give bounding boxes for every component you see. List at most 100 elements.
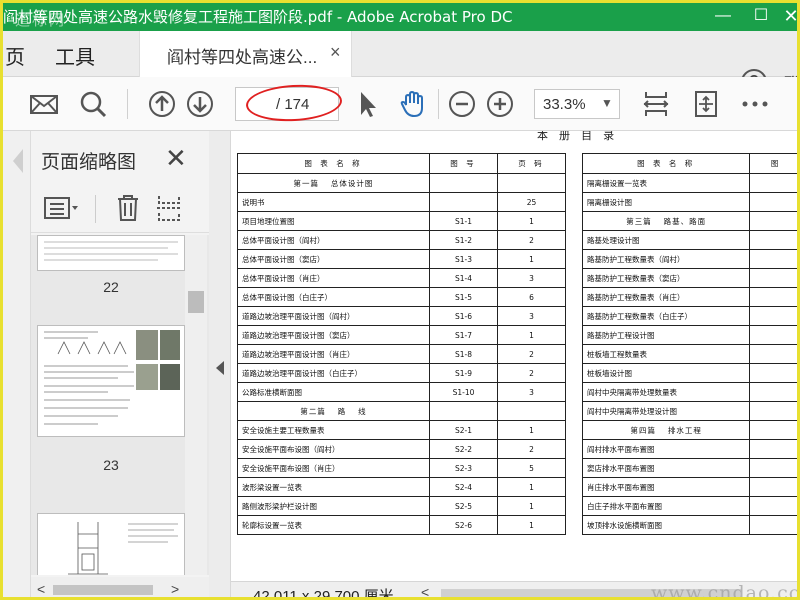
drawing-name: 总体平面设计图（肖庄）	[237, 268, 430, 288]
page-count: 1	[497, 249, 566, 269]
search-icon[interactable]	[78, 89, 108, 119]
table-row: 阎村中央隔离带处理设计图	[581, 401, 797, 421]
page-count: 3	[497, 382, 566, 402]
drawing-name: 白庄子排水平面布置图	[581, 496, 751, 516]
close-panel-icon[interactable]: ✕	[165, 143, 187, 174]
document-view[interactable]: 本 册 目 录 图 表 名 称 图 号 页 码 第一篇 总体设计图 说明书 25 项目…	[231, 131, 797, 581]
zoom-in-icon[interactable]	[485, 89, 515, 119]
drawing-number	[749, 211, 797, 231]
chevron-left-icon	[216, 361, 224, 375]
drawing-name: 波形梁设置一览表	[237, 477, 430, 497]
table-row: 安全设施平面布设图（肖庄） S2-3 5	[237, 458, 566, 478]
extract-pages-icon[interactable]	[155, 193, 183, 223]
drawing-number: S1-6	[429, 306, 498, 326]
document-tab[interactable]: 阎村等四处高速公... ×	[139, 31, 352, 77]
drawing-name: 阎村中央隔离带处理数量表	[581, 382, 751, 402]
table-row: 第三篇 路基、路面	[581, 211, 797, 231]
drawing-name: 安全设施平面布设图（肖庄）	[237, 458, 430, 478]
drawing-number: S1-5	[429, 287, 498, 307]
page-count: 2	[497, 344, 566, 364]
full-screen-icon[interactable]	[691, 89, 721, 119]
minimize-button[interactable]: —	[703, 3, 743, 31]
table-cell	[497, 173, 566, 193]
mail-icon[interactable]	[29, 89, 59, 119]
column-header: 图 号	[429, 153, 498, 174]
table-row: 第一篇 总体设计图	[237, 173, 566, 193]
drawing-number	[749, 515, 797, 535]
table-row: 第二篇 路 线	[237, 401, 566, 421]
select-cursor-icon[interactable]	[353, 89, 383, 119]
drawing-number	[749, 420, 797, 440]
drawing-number	[749, 249, 797, 269]
drawing-name: 说明书	[237, 192, 430, 212]
table-row: 波形梁设置一览表 S2-4 1	[237, 477, 566, 497]
drawing-number: S1-4	[429, 268, 498, 288]
table-row: 道路边坡治理平面设计图（窦店） S1-7 1	[237, 325, 566, 345]
table-row: 路基防护工程数量表（肖庄）	[581, 287, 797, 307]
drawing-number: S2-1	[429, 420, 498, 440]
table-row: 第四篇 排水工程	[581, 420, 797, 440]
drawing-name: 道路边坡治理平面设计图（阎村）	[237, 306, 430, 326]
drawing-name: 肖庄排水平面布置图	[581, 477, 751, 497]
site-watermark: www.cndao.com	[651, 582, 800, 600]
chevron-down-icon: ▼	[601, 96, 613, 110]
drawing-name: 阎村中央隔离带处理设计图	[581, 401, 751, 421]
tools-menu[interactable]: 工具	[55, 41, 95, 70]
drawing-number	[749, 192, 797, 212]
drawing-name: 路侧波形梁护栏设计图	[237, 496, 430, 516]
drawing-name: 总体平面设计图（窦店）	[237, 249, 430, 269]
section-title: 第四篇 排水工程	[581, 420, 751, 440]
toolbar: / 174 33.3% ▼	[3, 77, 797, 131]
thumbnail-vertical-scrollbar[interactable]	[185, 235, 207, 575]
delete-icon[interactable]	[115, 193, 141, 223]
drawing-number	[749, 477, 797, 497]
home-menu[interactable]: 页	[5, 41, 25, 70]
zoom-select[interactable]: 33.3% ▼	[534, 89, 620, 119]
page-thumbnail[interactable]	[37, 325, 185, 437]
page-thumbnail[interactable]	[37, 513, 185, 575]
scroll-left-icon[interactable]: <	[37, 581, 45, 597]
drawing-number	[749, 344, 797, 364]
drawing-number	[749, 382, 797, 402]
table-cell	[429, 173, 498, 193]
drawing-name: 隔离栅设计图	[581, 192, 751, 212]
column-header: 页 码	[497, 153, 566, 174]
drawing-name: 总体平面设计图（阎村）	[237, 230, 430, 250]
scrollbar-thumb[interactable]	[188, 291, 204, 313]
drawing-name: 道路边坡治理平面设计图（肖庄）	[237, 344, 430, 364]
section-title: 第一篇 总体设计图	[237, 173, 430, 193]
table-row: 桩板墙工程数量表	[581, 344, 797, 364]
more-icon[interactable]	[740, 89, 770, 119]
scrollbar-thumb[interactable]	[53, 585, 153, 595]
drawing-name: 路基防护工程数量表（阎村）	[581, 249, 751, 269]
thumbnail-page-number: 23	[103, 457, 119, 473]
section-title: 第三篇 路基、路面	[581, 211, 751, 231]
document-tab-label: 阎村等四处高速公...	[167, 48, 318, 67]
collapse-pane-button[interactable]	[209, 131, 231, 597]
toc-table-left: 图 表 名 称 图 号 页 码 第一篇 总体设计图 说明书 25 项目地理位置图 S1-…	[237, 153, 566, 535]
page-down-icon[interactable]	[185, 89, 215, 119]
page-thumbnail[interactable]	[37, 235, 185, 271]
page-count: 5	[497, 458, 566, 478]
scroll-left-icon[interactable]: <	[421, 584, 429, 597]
drawing-number	[749, 496, 797, 516]
page-count: 1	[497, 477, 566, 497]
drawing-number	[749, 325, 797, 345]
tool-divider	[95, 195, 96, 223]
drawing-number	[749, 306, 797, 326]
page-count: 1	[497, 325, 566, 345]
page-up-icon[interactable]	[147, 89, 177, 119]
close-tab-icon[interactable]: ×	[330, 42, 341, 63]
drawing-number: S2-6	[429, 515, 498, 535]
scroll-right-icon[interactable]: >	[171, 581, 179, 597]
thumbnail-horizontal-scrollbar[interactable]: < >	[31, 577, 209, 597]
table-row: 总体平面设计图（白庄子） S1-5 6	[237, 287, 566, 307]
window-close-button[interactable]: ✕	[771, 3, 797, 31]
table-cell	[429, 401, 498, 421]
fit-page-icon[interactable]	[641, 89, 671, 119]
column-header: 图	[749, 153, 797, 174]
thumbnail-options-icon[interactable]	[43, 195, 79, 221]
hand-tool-icon[interactable]	[398, 89, 428, 119]
drawing-number: S1-7	[429, 325, 498, 345]
zoom-out-icon[interactable]	[447, 89, 477, 119]
